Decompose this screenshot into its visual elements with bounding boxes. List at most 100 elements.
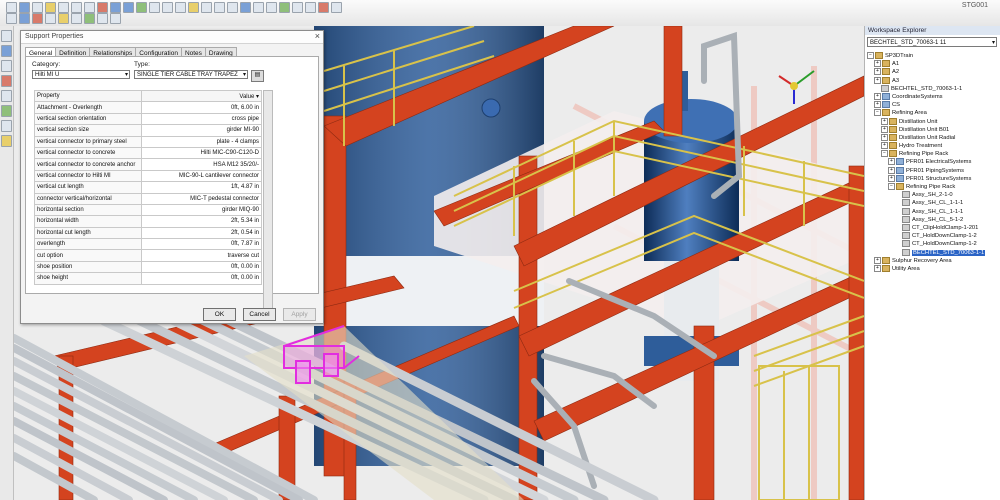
measure-icon[interactable] bbox=[188, 2, 199, 13]
tree-node[interactable]: + Hydro Treatment bbox=[867, 142, 1000, 150]
property-row[interactable]: vertical connector to concrete Hilti MIC-… bbox=[34, 146, 262, 160]
tree-node[interactable]: CT_ClipHoldClamp-1-201 bbox=[867, 223, 1000, 232]
type-browse-button[interactable]: ▤ bbox=[251, 70, 264, 82]
property-value[interactable]: traverse cut bbox=[141, 249, 262, 262]
tree-node[interactable]: + CoordinateSystems bbox=[867, 92, 1000, 101]
tree-node[interactable]: Assy_SH_2-1-0 bbox=[867, 191, 1000, 199]
move-icon[interactable] bbox=[1, 60, 12, 72]
tree-node[interactable]: + A3 bbox=[867, 76, 1000, 85]
ok-button[interactable]: OK bbox=[203, 308, 236, 321]
property-value[interactable]: 0ft, 7.87 in bbox=[141, 238, 262, 251]
redo-icon[interactable] bbox=[123, 2, 134, 13]
tree-node[interactable]: + PFR01 StructureSystems bbox=[867, 174, 1000, 183]
type-select[interactable]: SINGLE TIER CABLE TRAY TRAPEZ ▾ bbox=[134, 70, 248, 79]
expand-icon[interactable]: + bbox=[881, 133, 888, 141]
wireframe-icon[interactable] bbox=[266, 2, 277, 13]
collapse-icon[interactable]: − bbox=[867, 52, 874, 59]
property-value[interactable]: girder MIQ-90 bbox=[141, 203, 262, 217]
property-row[interactable]: vertical section orientation cross pipe bbox=[34, 112, 262, 126]
apply-button[interactable]: Apply bbox=[283, 308, 316, 321]
cable-tray-icon[interactable] bbox=[71, 13, 82, 24]
property-value[interactable]: cross pipe bbox=[141, 112, 262, 126]
tree-node[interactable]: + Distillation Unit Radial bbox=[867, 133, 1000, 142]
tree-node[interactable]: + Utility Area bbox=[867, 264, 1000, 273]
tag-icon[interactable] bbox=[1, 135, 12, 147]
tree-node[interactable]: CT_HoldDownClamp-1-2 bbox=[867, 232, 1000, 240]
select-icon[interactable] bbox=[136, 2, 147, 13]
property-row[interactable]: vertical section size girder MI-90 bbox=[34, 124, 262, 137]
property-value[interactable]: 0ft, 6.00 in bbox=[141, 101, 262, 114]
tree-node[interactable]: + PFR01 PipingSystems bbox=[867, 166, 1000, 175]
property-value[interactable]: 2ft, 5.34 in bbox=[141, 215, 262, 228]
view-iso-icon[interactable] bbox=[201, 2, 212, 13]
property-value[interactable]: 0ft, 0.00 in bbox=[141, 272, 262, 285]
expand-icon[interactable]: + bbox=[874, 256, 881, 264]
expand-icon[interactable]: + bbox=[874, 76, 881, 84]
property-row[interactable]: horizontal section girder MIQ-90 bbox=[34, 203, 262, 217]
support-icon[interactable] bbox=[45, 13, 56, 24]
property-value[interactable]: girder MI-90 bbox=[141, 124, 262, 137]
expand-icon[interactable]: + bbox=[888, 158, 895, 166]
property-row[interactable]: connector vertical/horizontal MIC-T pedes… bbox=[34, 192, 262, 205]
properties-icon[interactable] bbox=[305, 2, 316, 13]
property-row[interactable]: horizontal width 2ft, 5.34 in bbox=[34, 215, 262, 228]
property-value[interactable]: HSA M12 35/20/- bbox=[141, 158, 262, 171]
print-icon[interactable] bbox=[45, 2, 56, 13]
expand-icon[interactable]: + bbox=[874, 60, 881, 68]
pipe-icon[interactable] bbox=[19, 13, 30, 24]
tree-node[interactable]: − SP3DTrain bbox=[867, 52, 1000, 60]
copy-icon[interactable] bbox=[71, 2, 82, 13]
undo-icon[interactable] bbox=[110, 2, 121, 13]
property-row[interactable]: Attachment - Overlength 0ft, 6.00 in bbox=[34, 101, 262, 114]
tree-node[interactable]: + Sulphur Recovery Area bbox=[867, 256, 1000, 265]
expand-icon[interactable]: + bbox=[881, 117, 888, 125]
pan-icon[interactable] bbox=[162, 2, 173, 13]
property-value[interactable]: Hilti MIC-C90-C120-D bbox=[141, 146, 262, 160]
tree-node[interactable]: Assy_SH_CL_5-1-2 bbox=[867, 215, 1000, 224]
tree-node[interactable]: CT_HoldDownClamp-1-2 bbox=[867, 240, 1000, 248]
tree-node[interactable]: + CS bbox=[867, 101, 1000, 109]
property-row[interactable]: shoe position 0ft, 0.00 in bbox=[34, 260, 262, 274]
render-icon[interactable] bbox=[253, 2, 264, 13]
tree-node[interactable]: BECHTEL_STD_70063-1-1 bbox=[867, 248, 1000, 257]
expand-icon[interactable]: + bbox=[881, 125, 888, 133]
property-value[interactable]: 1ft, 4.87 in bbox=[141, 181, 262, 194]
tree-node[interactable]: − Refining Pipe Rack bbox=[867, 183, 1000, 191]
insert-icon[interactable] bbox=[1, 105, 12, 117]
cut-icon[interactable] bbox=[58, 2, 69, 13]
help-icon[interactable] bbox=[331, 2, 342, 13]
expand-icon[interactable]: + bbox=[874, 264, 881, 272]
clip-icon[interactable] bbox=[240, 2, 251, 13]
expand-icon[interactable]: + bbox=[874, 101, 881, 109]
place-icon[interactable] bbox=[1, 45, 12, 57]
tree-node[interactable]: + Distillation Unit B01 bbox=[867, 125, 1000, 134]
explorer-filter-select[interactable]: BECHTEL_STD_70063-1 11 ▾ bbox=[867, 37, 997, 47]
property-value[interactable]: MIC-90-L cantilever connector bbox=[141, 169, 262, 183]
property-row[interactable]: shoe height 0ft, 0.00 in bbox=[34, 272, 262, 285]
layer-icon[interactable] bbox=[6, 13, 17, 24]
property-row[interactable]: vertical connector to primary steel plate… bbox=[34, 135, 262, 148]
property-row[interactable]: overlength 0ft, 7.87 in bbox=[34, 238, 262, 251]
category-select[interactable]: Hilti MI U ▾ bbox=[32, 70, 130, 79]
dialog-title-bar[interactable]: Support Properties × bbox=[21, 31, 323, 44]
property-grid-scrollbar[interactable] bbox=[263, 90, 273, 317]
expand-icon[interactable]: + bbox=[874, 68, 881, 76]
cancel-button[interactable]: Cancel bbox=[243, 308, 276, 321]
snap-icon[interactable] bbox=[97, 13, 108, 24]
equipment-icon[interactable] bbox=[58, 13, 69, 24]
collapse-icon[interactable]: − bbox=[881, 150, 888, 158]
stop-icon[interactable] bbox=[318, 2, 329, 13]
property-row[interactable]: vertical connector to Hilti MI MIC-90-L c… bbox=[34, 169, 262, 183]
property-row[interactable]: vertical connector to concrete anchor HSA… bbox=[34, 158, 262, 171]
paste-icon[interactable] bbox=[84, 2, 95, 13]
property-row[interactable]: vertical cut length 1ft, 4.87 in bbox=[34, 181, 262, 194]
refresh-icon[interactable] bbox=[279, 2, 290, 13]
route-icon[interactable] bbox=[1, 75, 12, 87]
view-top-icon[interactable] bbox=[214, 2, 225, 13]
connect-icon[interactable] bbox=[1, 90, 12, 102]
expand-icon[interactable]: + bbox=[881, 142, 888, 150]
rotate-icon[interactable] bbox=[175, 2, 186, 13]
collapse-icon[interactable]: − bbox=[874, 109, 881, 117]
filter-icon[interactable] bbox=[292, 2, 303, 13]
zoom-icon[interactable] bbox=[149, 2, 160, 13]
